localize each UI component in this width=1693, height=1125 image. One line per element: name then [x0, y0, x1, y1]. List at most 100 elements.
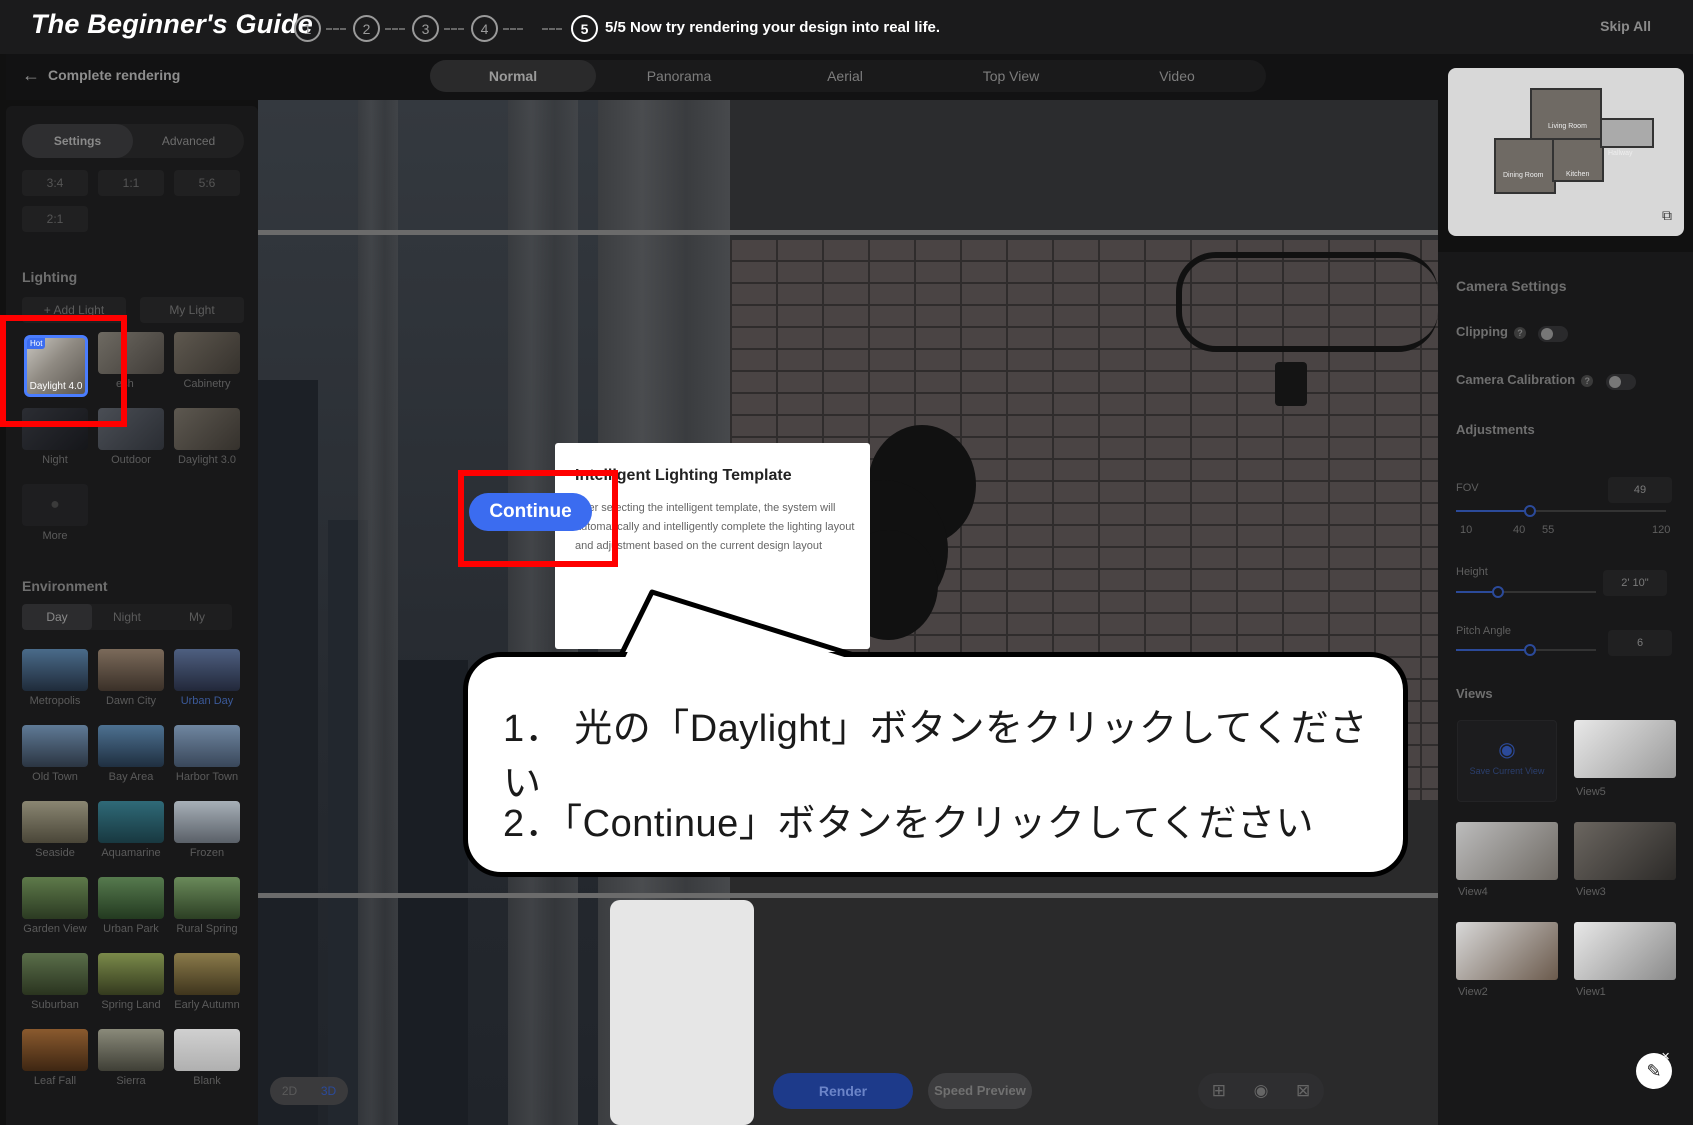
- tab-settings[interactable]: Settings: [22, 124, 133, 158]
- render-button[interactable]: Render: [773, 1073, 913, 1109]
- environment-tile[interactable]: Metropolis: [22, 649, 88, 707]
- tab-env-my[interactable]: My: [162, 604, 232, 630]
- ratio-1-1[interactable]: 1:1: [98, 170, 164, 196]
- lighting-tile-more[interactable]: ● More: [22, 484, 88, 542]
- environment-tile[interactable]: Leaf Fall: [22, 1029, 88, 1087]
- ratio-2-1[interactable]: 2:1: [22, 206, 88, 232]
- minimap-room: [1530, 88, 1602, 140]
- environment-tile[interactable]: Urban Day: [174, 649, 240, 707]
- environment-thumbnail: [22, 953, 88, 995]
- calibration-toggle[interactable]: [1606, 374, 1636, 390]
- my-light-button[interactable]: My Light: [140, 297, 244, 323]
- environment-tile-label: Dawn City: [105, 695, 157, 707]
- expand-icon[interactable]: ⧉: [1662, 207, 1672, 224]
- clipping-toggle[interactable]: [1538, 326, 1568, 342]
- tab-env-night[interactable]: Night: [92, 604, 162, 630]
- save-view-label: Save Current View: [1469, 766, 1545, 776]
- guide-step-1[interactable]: 1: [294, 15, 321, 42]
- minimap-label: Dining Room: [1503, 172, 1544, 179]
- instruction-line-1: 1． 光の「Daylight」ボタンをクリックしてください: [503, 708, 1368, 805]
- slider-knob[interactable]: [1492, 586, 1504, 598]
- environment-thumbnail: [22, 801, 88, 843]
- lighting-tile-cabinetry[interactable]: Cabinetry: [174, 332, 240, 390]
- floor-plan-minimap[interactable]: Living Room Hallway Dining Room Kitchen …: [1448, 68, 1684, 236]
- camera-add-icon[interactable]: ◉: [1254, 1081, 1269, 1101]
- guide-step-5[interactable]: 5: [571, 15, 598, 42]
- environment-tile[interactable]: Rural Spring: [174, 877, 240, 935]
- grid-icon[interactable]: ⊞: [1212, 1081, 1226, 1101]
- height-slider[interactable]: [1456, 586, 1596, 598]
- tab-normal[interactable]: Normal: [430, 60, 596, 92]
- fit-view-icon[interactable]: ⊠: [1296, 1081, 1310, 1101]
- pitch-input[interactable]: 6: [1608, 630, 1672, 656]
- environment-tile[interactable]: Old Town: [22, 725, 88, 783]
- tab-aerial[interactable]: Aerial: [762, 60, 928, 92]
- environment-tile[interactable]: Harbor Town: [174, 725, 240, 783]
- save-current-view-button[interactable]: ◉ Save Current View: [1457, 720, 1557, 802]
- pitch-slider[interactable]: [1456, 644, 1596, 656]
- tab-env-day[interactable]: Day: [22, 604, 92, 630]
- fov-tick: 120: [1652, 524, 1671, 536]
- environment-tile[interactable]: Aquamarine: [98, 801, 164, 859]
- guide-title: The Beginner's Guide: [31, 9, 313, 39]
- tab-top-view[interactable]: Top View: [928, 60, 1094, 92]
- back-button[interactable]: ← Complete rendering: [22, 66, 180, 84]
- speed-preview-button[interactable]: Speed Preview: [928, 1073, 1032, 1109]
- close-icon[interactable]: ✕: [1661, 1050, 1670, 1063]
- tab-advanced[interactable]: Advanced: [133, 124, 244, 158]
- fov-slider[interactable]: [1456, 505, 1666, 517]
- minimap-room: [1494, 138, 1556, 194]
- ratio-3-4[interactable]: 3:4: [22, 170, 88, 196]
- environment-tile[interactable]: Sierra: [98, 1029, 164, 1087]
- guide-step-4[interactable]: 4: [471, 15, 498, 42]
- view-thumbnail-3[interactable]: [1574, 822, 1676, 880]
- environment-tile[interactable]: Garden View: [22, 877, 88, 935]
- environment-tile[interactable]: Frozen: [174, 801, 240, 859]
- environment-tile-label: Urban Day: [180, 695, 234, 707]
- height-input[interactable]: 2' 10": [1603, 570, 1667, 596]
- guide-step-2[interactable]: 2: [353, 15, 380, 42]
- environment-tile[interactable]: Blank: [174, 1029, 240, 1087]
- environment-tile-label: Suburban: [31, 999, 79, 1011]
- guide-step-3[interactable]: 3: [412, 15, 439, 42]
- environment-tile-label: Leaf Fall: [33, 1075, 77, 1087]
- minimap-label: Hallway: [1608, 150, 1633, 157]
- tab-panorama[interactable]: Panorama: [596, 60, 762, 92]
- calibration-row: Camera Calibration?: [1456, 372, 1594, 387]
- slider-knob[interactable]: [1523, 505, 1536, 517]
- environment-tile[interactable]: Early Autumn: [174, 953, 240, 1011]
- render-viewport[interactable]: Intelligent Lighting Template After sele…: [258, 100, 1438, 1125]
- environment-tile-label: Early Autumn: [174, 999, 240, 1011]
- environment-tile[interactable]: Suburban: [22, 953, 88, 1011]
- lighting-tile-daylight-3[interactable]: Daylight 3.0: [174, 408, 240, 466]
- environment-thumbnail: [174, 877, 240, 919]
- environment-tile[interactable]: Seaside: [22, 801, 88, 859]
- toggle-2d[interactable]: 2D: [270, 1077, 309, 1105]
- view-label: View5: [1576, 786, 1606, 798]
- help-icon[interactable]: ?: [1581, 374, 1594, 387]
- adjustments-title: Adjustments: [1456, 422, 1535, 437]
- view-thumbnail-5[interactable]: [1574, 720, 1676, 778]
- step-divider: [444, 28, 464, 30]
- lighting-tile-label: Night: [42, 454, 68, 466]
- clipping-row: Clipping?: [1456, 324, 1526, 339]
- slider-knob[interactable]: [1524, 644, 1537, 656]
- environment-tile[interactable]: Dawn City: [98, 649, 164, 707]
- tab-video[interactable]: Video: [1094, 60, 1260, 92]
- fov-input[interactable]: 49: [1608, 477, 1672, 503]
- help-icon[interactable]: ?: [1514, 326, 1526, 339]
- dimension-toggle[interactable]: 2D 3D: [270, 1077, 348, 1105]
- environment-tile[interactable]: Spring Land: [98, 953, 164, 1011]
- skip-all-button[interactable]: Skip All: [1600, 18, 1651, 34]
- environment-tile-label: Sierra: [116, 1075, 146, 1087]
- environment-tile[interactable]: Bay Area: [98, 725, 164, 783]
- view-thumbnail-4[interactable]: [1456, 822, 1558, 880]
- minimap-label: Living Room: [1548, 123, 1587, 130]
- frame-guide-top: [258, 230, 1438, 235]
- instruction-line-2: 2．「Continue」ボタンをクリックしてください: [503, 803, 1314, 845]
- ratio-5-6[interactable]: 5:6: [174, 170, 240, 196]
- toggle-3d[interactable]: 3D: [309, 1077, 348, 1105]
- view-thumbnail-1[interactable]: [1574, 922, 1676, 980]
- environment-tile[interactable]: Urban Park: [98, 877, 164, 935]
- view-thumbnail-2[interactable]: [1456, 922, 1558, 980]
